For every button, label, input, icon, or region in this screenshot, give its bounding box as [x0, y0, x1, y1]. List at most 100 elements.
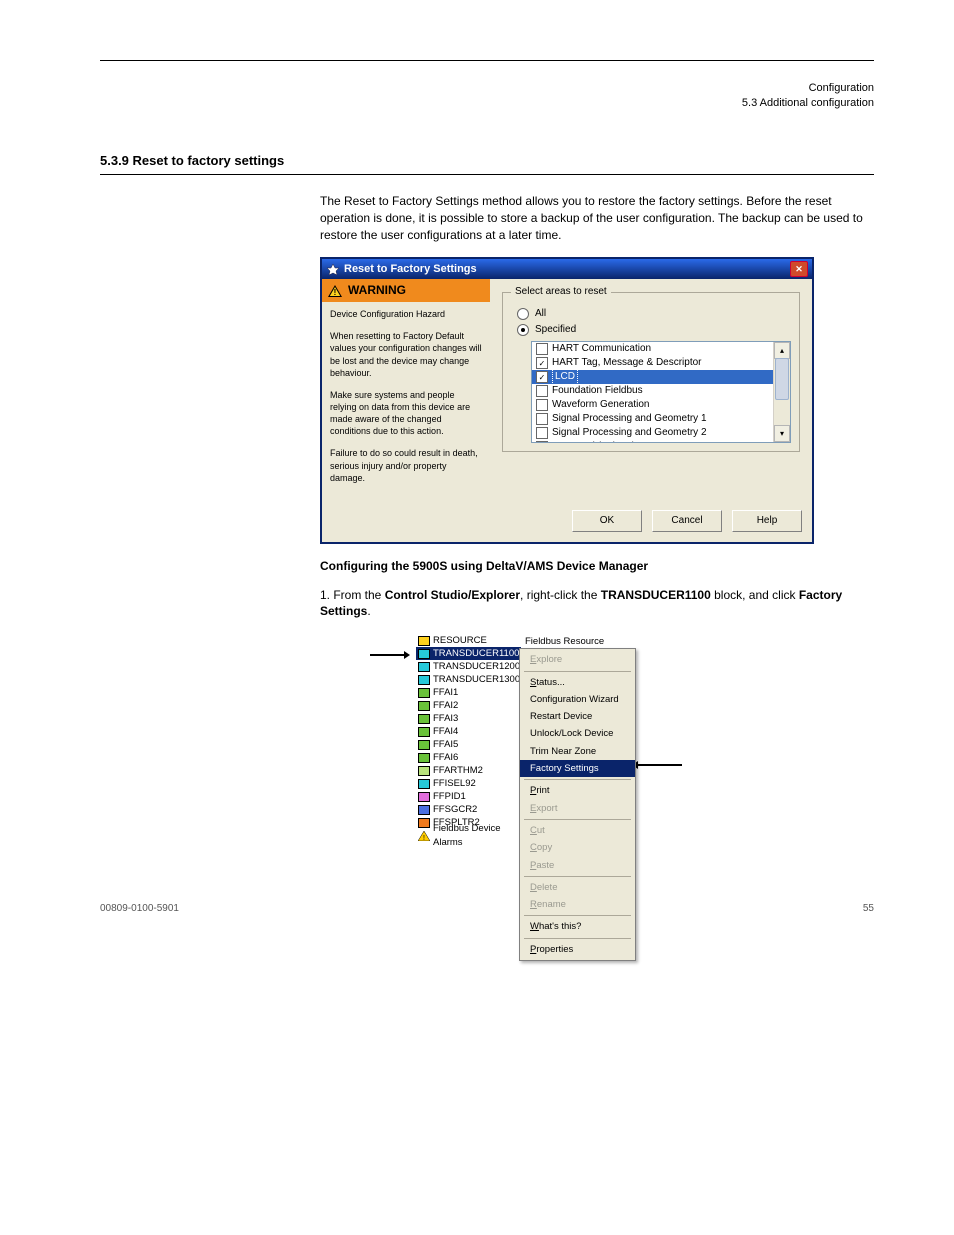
warning-body: Device Configuration Hazard When resetti… [322, 302, 490, 500]
block-icon [418, 662, 430, 672]
warning-triangle-icon: ! [328, 285, 342, 297]
menu-separator [524, 671, 631, 672]
tree-row[interactable]: TRANSDUCER1300 [416, 673, 521, 686]
radio-all-label: All [535, 307, 546, 321]
tree-row[interactable]: FFAI5 [416, 738, 521, 751]
menu-item[interactable]: Restart Device [520, 708, 635, 725]
area-checkbox[interactable] [536, 413, 548, 425]
area-label: HART Tag, Message & Descriptor [552, 356, 702, 370]
tree-row[interactable]: FFISEL92 [416, 777, 521, 790]
warning-banner: ! WARNING [322, 279, 490, 302]
cancel-button[interactable]: Cancel [652, 510, 722, 532]
radio-all-row[interactable]: All [517, 307, 791, 321]
areas-listbox[interactable]: HART Communication✓HART Tag, Message & D… [531, 341, 791, 443]
block-icon [418, 766, 430, 776]
block-icon [418, 675, 430, 685]
tree-label: FFSGCR2 [433, 803, 477, 816]
tree-row[interactable]: FFAI2 [416, 699, 521, 712]
menu-item[interactable]: What's this? [520, 918, 635, 935]
menu-item[interactable]: Trim Near Zone [520, 743, 635, 760]
menu-item[interactable]: Unlock/Lock Device [520, 725, 635, 742]
area-checkbox[interactable] [536, 385, 548, 397]
block-icon [418, 753, 430, 763]
block-icon [418, 792, 430, 802]
scroll-down-icon[interactable]: ▾ [774, 425, 790, 442]
tree-label: FFAI3 [433, 712, 458, 725]
area-list-item[interactable]: ✓LCD [532, 370, 774, 384]
menu-item[interactable]: Print [520, 782, 635, 799]
close-icon[interactable]: ✕ [790, 261, 808, 277]
tree-right-label: Fieldbus Resource [521, 634, 620, 648]
header-subsection: 5.3 Additional configuration [100, 96, 874, 111]
area-list-item[interactable]: Reserved (Echo 2) [532, 440, 774, 443]
menu-item[interactable]: Status... [520, 674, 635, 691]
tree-row[interactable]: FFAI4 [416, 725, 521, 738]
tree-label: FFAI6 [433, 751, 458, 764]
tree-row[interactable]: FFAI6 [416, 751, 521, 764]
tree-row[interactable]: TRANSDUCER1100 [416, 647, 521, 660]
area-list-item[interactable]: ✓ HART Tag, Message & Descriptor [532, 356, 774, 370]
tree-label: FFARTHM2 [433, 764, 483, 777]
reset-factory-settings-dialog: Reset to Factory Settings ✕ ! WARNING De… [320, 257, 814, 543]
svg-text:!: ! [334, 288, 337, 297]
menu-item[interactable]: Properties [520, 941, 635, 958]
warning-p2: Make sure systems and people relying on … [330, 389, 482, 438]
radio-all[interactable] [517, 308, 529, 320]
tree-label: TRANSDUCER1300 [433, 673, 520, 686]
block-icon [418, 649, 430, 659]
tree-row[interactable]: FFAI1 [416, 686, 521, 699]
menu-separator [524, 876, 631, 877]
tree-label: RESOURCE [433, 634, 487, 647]
area-list-item[interactable]: HART Communication [532, 342, 774, 356]
area-checkbox[interactable]: ✓ [536, 371, 548, 383]
menu-item[interactable]: Factory Settings [520, 760, 635, 777]
help-button[interactable]: Help [732, 510, 802, 532]
context-menu[interactable]: Explore Status...Configuration WizardRest… [519, 648, 636, 961]
warning-p1: When resetting to Factory Default values… [330, 330, 482, 379]
area-list-item[interactable]: Waveform Generation [532, 398, 774, 412]
ok-button[interactable]: OK [572, 510, 642, 532]
scroll-thumb[interactable] [775, 358, 789, 400]
area-list-item[interactable]: Signal Processing and Geometry 1 [532, 412, 774, 426]
area-list-item[interactable]: Foundation Fieldbus [532, 384, 774, 398]
menu-item[interactable]: Configuration Wizard [520, 691, 635, 708]
area-checkbox[interactable] [536, 427, 548, 439]
tree-row[interactable]: FFPID1 [416, 790, 521, 803]
tree-row[interactable]: !Fieldbus Device Alarms [416, 829, 521, 842]
tree-label: TRANSDUCER1100 [433, 647, 519, 660]
dialog-title: Reset to Factory Settings [344, 262, 790, 277]
area-checkbox[interactable] [536, 343, 548, 355]
device-tree[interactable]: RESOURCETRANSDUCER1100TRANSDUCER1200TRAN… [416, 634, 521, 842]
tree-row[interactable]: TRANSDUCER1200 [416, 660, 521, 673]
config-heading: Configuring the 5900S using DeltaV/AMS D… [320, 559, 648, 573]
radio-specified-row[interactable]: Specified [517, 323, 791, 337]
tree-row[interactable]: RESOURCE [416, 634, 521, 647]
area-label: Reserved (Echo 2) [552, 440, 635, 443]
alarm-icon: ! [418, 831, 430, 841]
area-checkbox[interactable] [536, 399, 548, 411]
header-manual-section: Configuration [100, 81, 874, 96]
section-heading: 5.3.9 Reset to factory settings [100, 152, 874, 170]
warning-p3: Failure to do so could result in death, … [330, 447, 482, 483]
block-icon [418, 688, 430, 698]
tree-label: FFPID1 [433, 790, 466, 803]
area-checkbox[interactable] [536, 441, 548, 443]
tree-label: Fieldbus Device Alarms [433, 822, 519, 849]
menu-item: Delete [520, 879, 635, 896]
listbox-scrollbar[interactable]: ▴ ▾ [773, 342, 790, 442]
area-checkbox[interactable]: ✓ [536, 357, 548, 369]
tree-row[interactable]: FFAI3 [416, 712, 521, 725]
area-list-item[interactable]: Signal Processing and Geometry 2 [532, 426, 774, 440]
radio-specified[interactable] [517, 324, 529, 336]
block-icon [418, 636, 430, 646]
menu-separator [524, 938, 631, 939]
menu-item: Explore [520, 651, 635, 668]
tree-row[interactable]: FFARTHM2 [416, 764, 521, 777]
scroll-up-icon[interactable]: ▴ [774, 342, 790, 359]
step-1: 1. From the Control Studio/Explorer, rig… [320, 587, 874, 621]
dialog-titlebar[interactable]: Reset to Factory Settings ✕ [322, 259, 812, 279]
menu-item: Copy [520, 839, 635, 856]
tree-row[interactable]: FFSGCR2 [416, 803, 521, 816]
intro-paragraph: The Reset to Factory Settings method all… [320, 193, 874, 243]
block-icon [418, 714, 430, 724]
